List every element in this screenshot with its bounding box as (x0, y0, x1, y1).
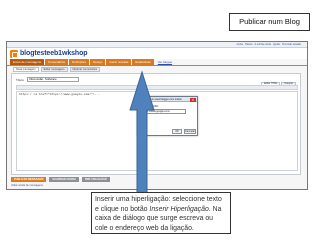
url-input[interactable]: http://www.google.com/ (142, 109, 186, 114)
slide-title: Publicar num Blog (229, 13, 310, 31)
subtab-moderate[interactable]: Moderar comentários (69, 67, 101, 72)
blogger-logo-icon (10, 50, 18, 58)
ok-button[interactable]: OK (172, 129, 182, 134)
post-title-row: Título: Discussão: Software (16, 77, 80, 82)
subtab-new-post[interactable]: Nova mensagem (13, 67, 39, 72)
blogger-screenshot: conta · Painel · A minha conta · Ajuda ·… (6, 41, 308, 190)
dialog-title: A página em www.blogger.com indica: (140, 98, 183, 101)
blog-header: blogtesteeb1wkshop (7, 48, 307, 59)
cancel-button[interactable]: Cancelar (184, 129, 196, 134)
back-to-posts-link[interactable]: Voltar à lista de mensagens (11, 184, 43, 187)
caption-italic: Inserir Hiperligação (149, 205, 209, 213)
post-title-input[interactable]: Discussão: Software (27, 77, 80, 82)
caption-box: Inserir uma hiperligação: seleccione tex… (91, 192, 231, 234)
publish-button[interactable]: PUBLICAR MENSAGEM (11, 177, 47, 182)
blog-name: blogtesteeb1wkshop (20, 50, 88, 57)
preview-button[interactable]: PRÉ-VISUALIZAR (81, 177, 110, 182)
subtab-edit-posts[interactable]: Editar mensagens (40, 67, 68, 72)
post-title-label: Título: (16, 77, 25, 82)
tabs-divider (7, 65, 307, 66)
editor-toolbar[interactable] (16, 85, 298, 90)
dialog-titlebar: A página em www.blogger.com indica: ✕ (138, 97, 197, 102)
save-now-button[interactable]: GUARDAR AGORA (49, 177, 79, 182)
url-label: Introduzir URL: (142, 105, 159, 108)
sub-tabs: Nova mensagem Editar mensagens Moderar c… (13, 67, 101, 72)
link-dialog: A página em www.blogger.com indica: ✕ In… (137, 96, 198, 136)
close-icon[interactable]: ✕ (190, 97, 196, 102)
post-actions: PUBLICAR MENSAGEM GUARDAR AGORA PRÉ-VISU… (11, 177, 110, 182)
